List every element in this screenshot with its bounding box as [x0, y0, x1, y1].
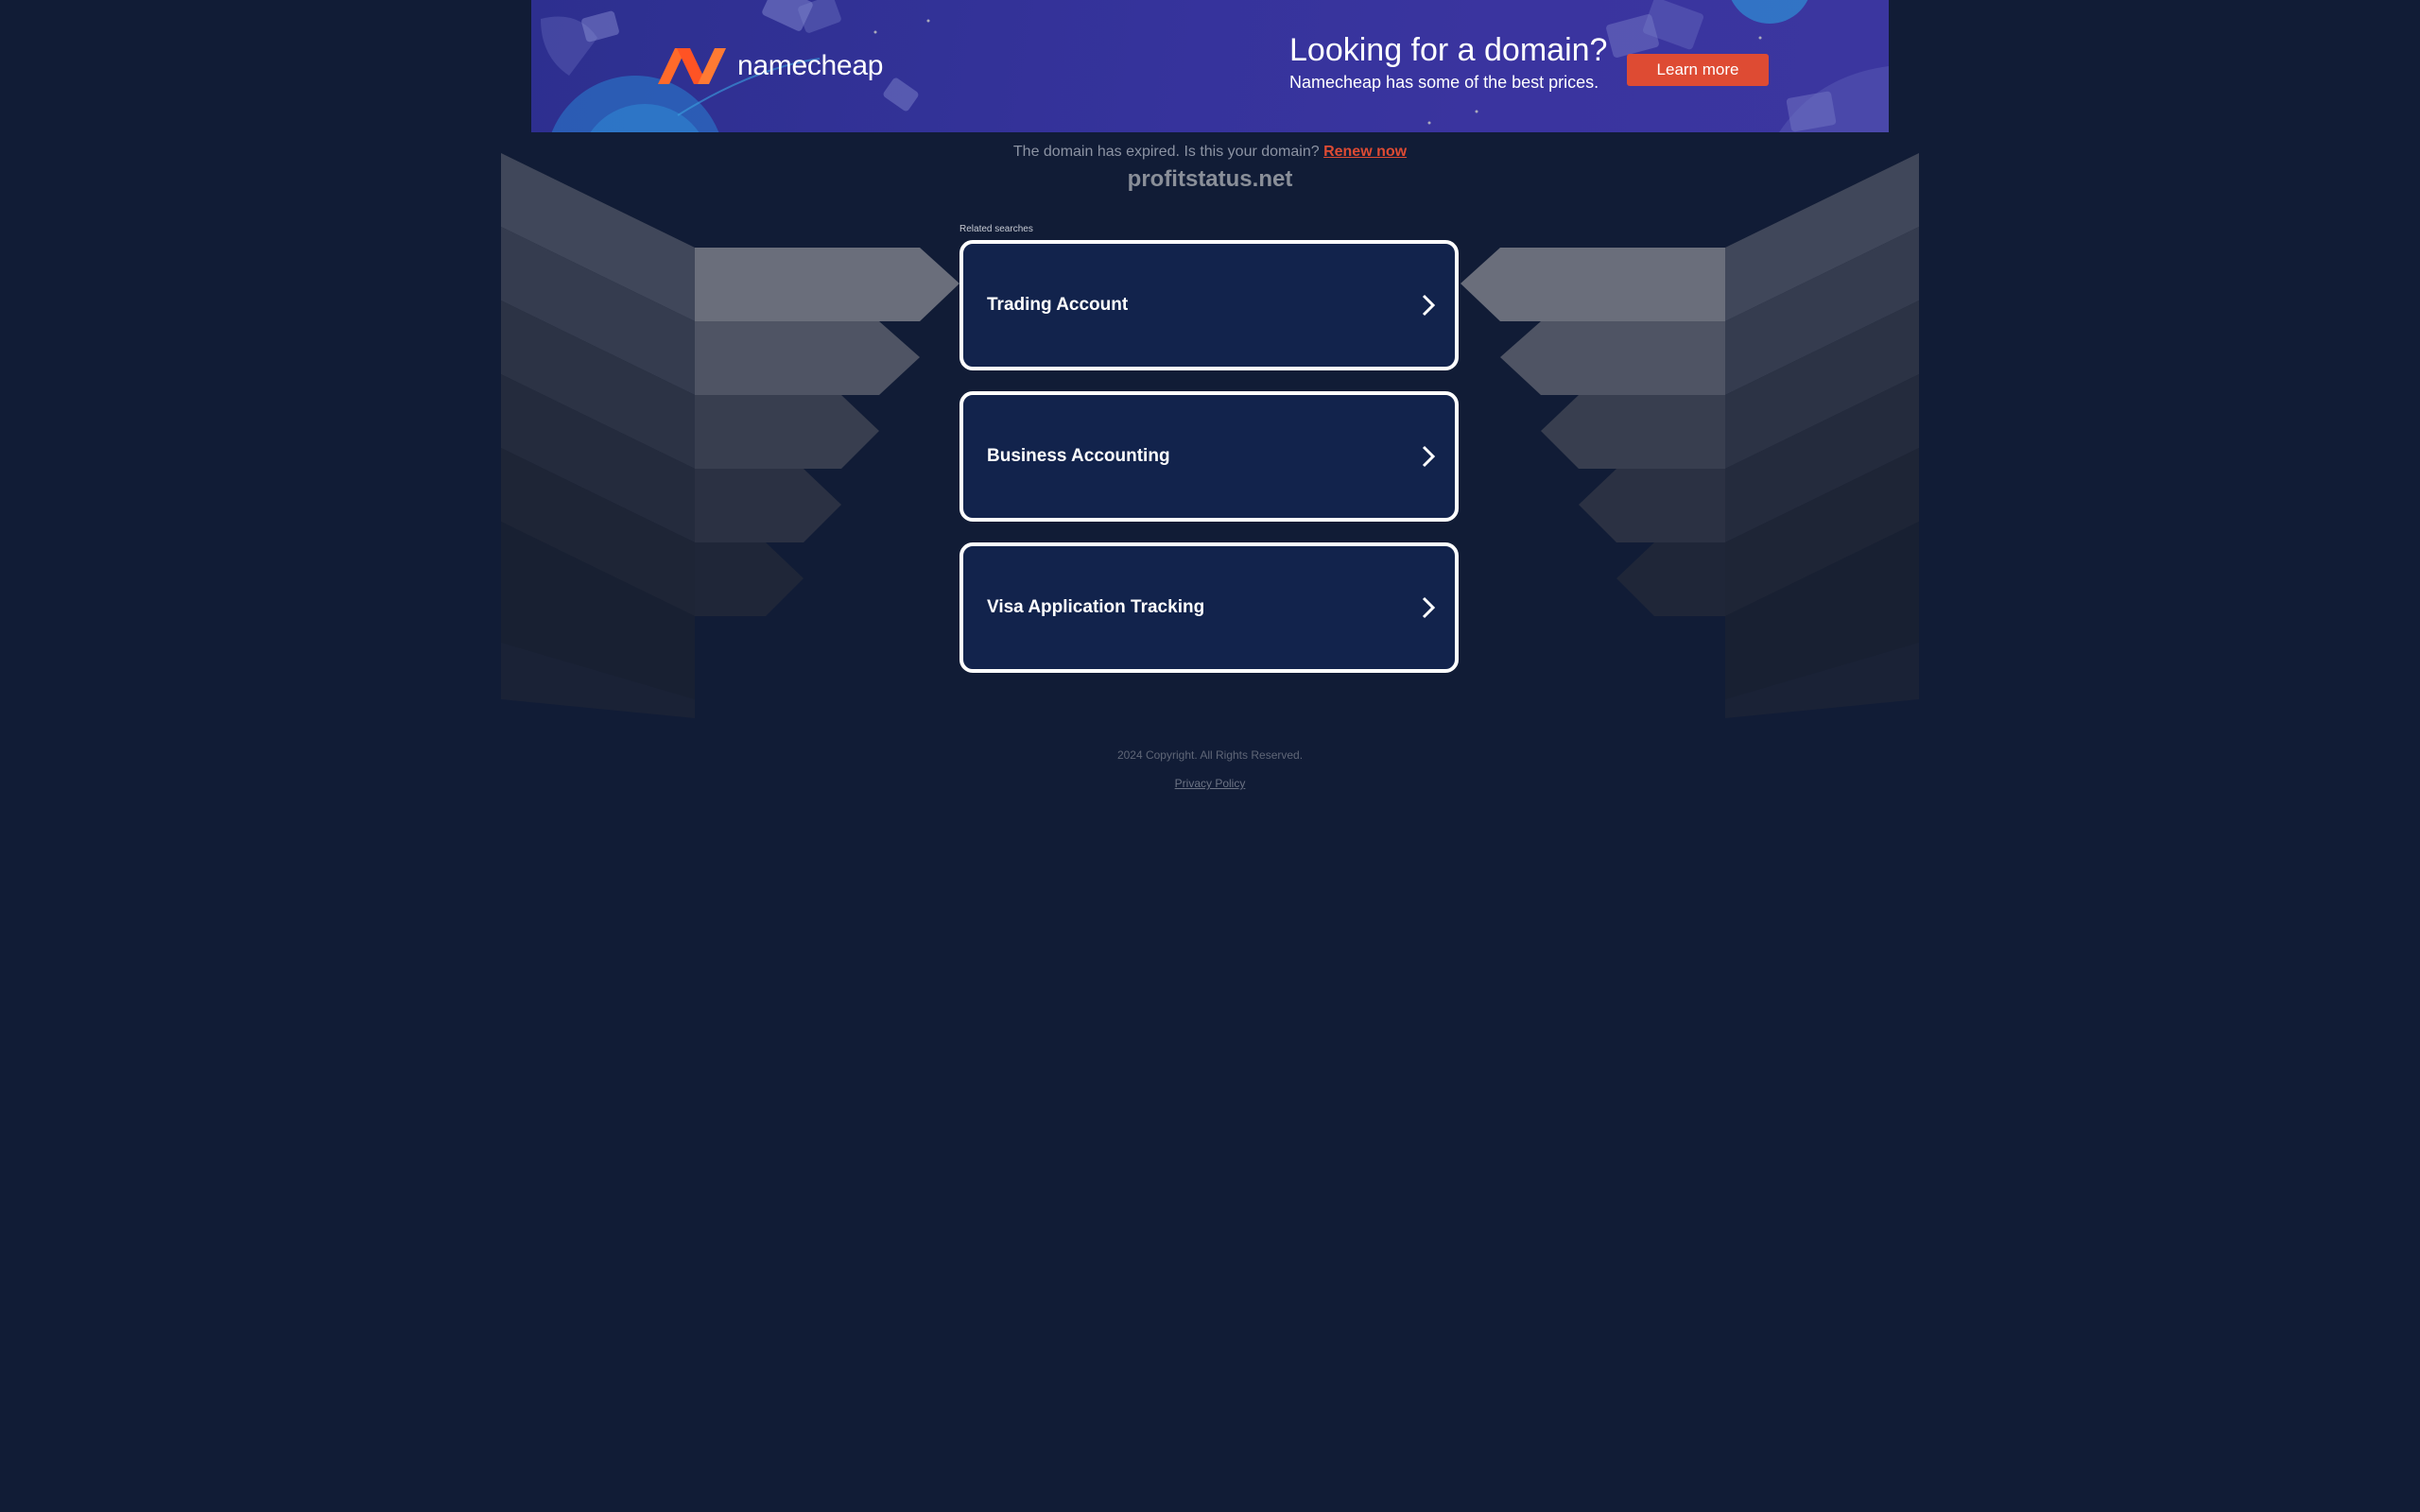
namecheap-logo-icon: [658, 48, 726, 84]
related-search-label: Trading Account: [987, 295, 1129, 315]
related-search-label: Visa Application Tracking: [987, 597, 1205, 617]
chevron-right-icon: [1422, 445, 1436, 468]
related-search-card[interactable]: Visa Application Tracking: [959, 542, 1459, 673]
namecheap-logo-text: namecheap: [737, 50, 884, 81]
learn-more-button[interactable]: Learn more: [1627, 54, 1769, 86]
related-search-label: Business Accounting: [987, 446, 1170, 466]
copyright-text: 2024 Copyright. All Rights Reserved.: [1116, 748, 1304, 762]
banner-title: Looking for a domain?: [1289, 32, 1608, 68]
expiry-notice: The domain has expired. Is this your dom…: [0, 144, 2420, 161]
privacy-policy-link[interactable]: Privacy Policy: [1175, 777, 1246, 790]
namecheap-banner[interactable]: namecheap Looking for a domain? Namechea…: [531, 0, 1889, 132]
renew-now-link[interactable]: Renew now: [1323, 144, 1407, 160]
chevron-right-icon: [1422, 596, 1436, 619]
banner-subtitle: Namecheap has some of the best prices.: [1289, 73, 1599, 92]
related-search-card[interactable]: Trading Account: [959, 240, 1459, 370]
related-search-card[interactable]: Business Accounting: [959, 391, 1459, 522]
namecheap-logo: namecheap: [658, 43, 883, 89]
chevron-right-icon: [1422, 294, 1436, 317]
related-searches-label: Related searches: [959, 224, 1033, 234]
expiry-notice-text: The domain has expired. Is this your dom…: [1012, 144, 1320, 160]
domain-name: profitstatus.net: [1127, 166, 1293, 192]
privacy-policy: Privacy Policy: [0, 777, 2420, 790]
